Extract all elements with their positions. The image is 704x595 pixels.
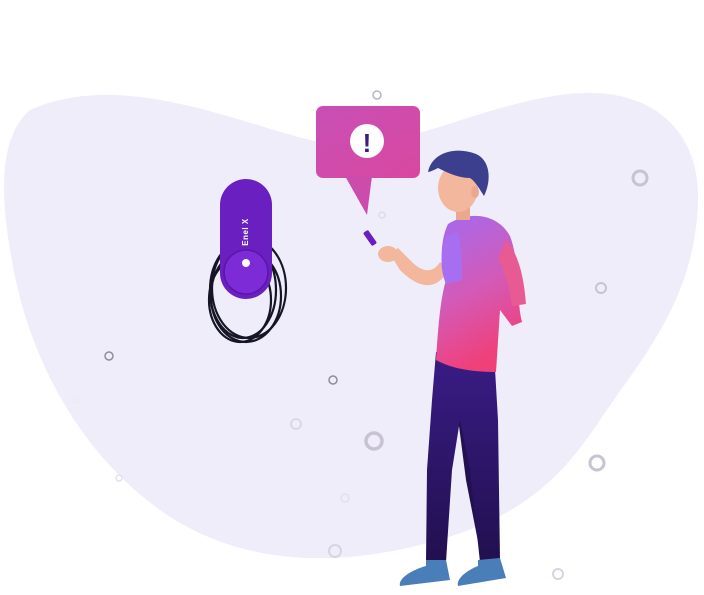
- ring-dot: [115, 474, 123, 482]
- alert-symbol: !: [363, 128, 372, 158]
- charger-brand-label: Enel X: [241, 218, 250, 246]
- ring-dot: [372, 90, 382, 100]
- ring-dot: [588, 454, 606, 472]
- illustration-scene: ! Enel X: [0, 0, 704, 595]
- ring-dot: [552, 568, 564, 580]
- illustration-canvas: !: [4, 90, 699, 586]
